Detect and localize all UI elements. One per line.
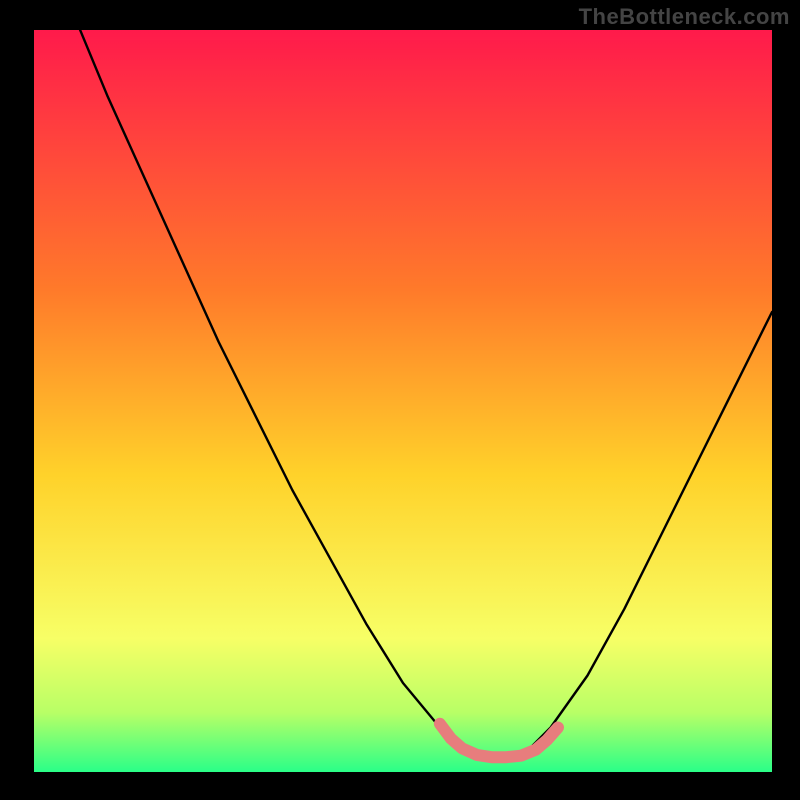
watermark-label: TheBottleneck.com [579, 4, 790, 30]
chart-frame: TheBottleneck.com [0, 0, 800, 800]
frame-border [0, 0, 34, 800]
plot-background [34, 30, 772, 772]
bottleneck-chart [0, 0, 800, 800]
frame-border [772, 0, 800, 800]
frame-border [0, 772, 800, 800]
